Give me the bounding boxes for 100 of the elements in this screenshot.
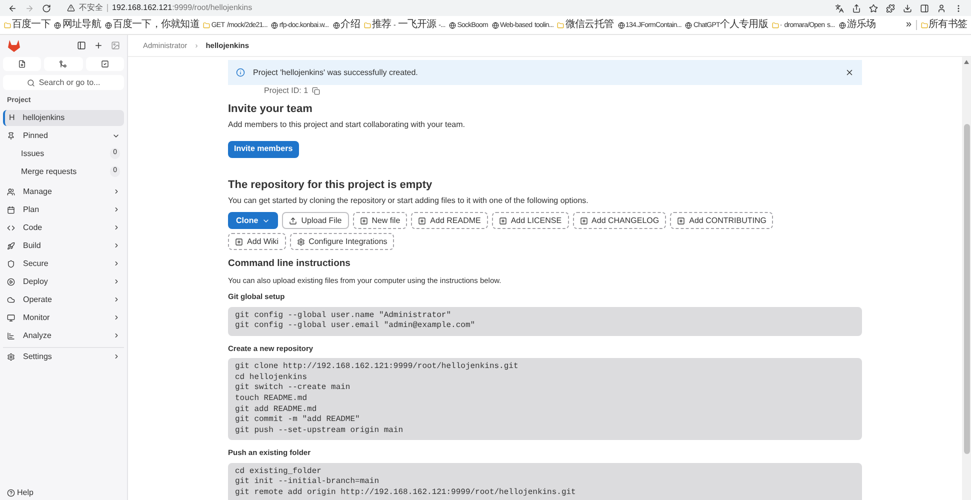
back-icon[interactable] (8, 4, 17, 12)
chevron-right-icon (113, 332, 120, 339)
nav-item[interactable]: Code (3, 218, 124, 236)
add-file-button[interactable]: Add CONTRIBUTING (670, 212, 774, 229)
side-panel-icon[interactable] (920, 4, 929, 12)
fox-logo-icon[interactable] (7, 38, 21, 52)
nav-item[interactable]: Monitor (3, 308, 124, 326)
profile-icon[interactable] (937, 4, 946, 12)
globe-icon (332, 22, 340, 28)
code-block: cd existing_folder git init --initial-branch=main git remote add origin http://192.168.162.121:9999/root/hellojenkins.git (228, 462, 862, 500)
configure-integrations-button[interactable]: Configure Integrations (290, 233, 394, 250)
add-file-button[interactable]: New file (352, 212, 408, 229)
pinned-item[interactable]: Pinned (3, 128, 124, 144)
shortcut-button[interactable] (3, 57, 42, 71)
add-file-button[interactable]: Add CHANGELOG (572, 212, 666, 229)
broken-image-icon[interactable] (111, 40, 120, 50)
code-block: git clone http://192.168.162.121:9999/root/hellojenkins.git cd hellojenkins git switch --create main touch README.md git add README.md git commit -m "add README" git push --set-upstream origin main (228, 358, 862, 440)
rocket-icon (7, 242, 15, 250)
clone-button[interactable]: Clone (228, 212, 278, 229)
panel-toggle-icon[interactable] (77, 40, 86, 50)
chevron-right-icon (113, 296, 120, 303)
close-icon[interactable] (845, 68, 854, 77)
reload-icon[interactable] (42, 4, 51, 12)
calendar-icon (7, 206, 15, 214)
alert-message: Project 'hellojenkins' was successfully created. (253, 66, 419, 78)
chevron-right-icon (113, 278, 120, 285)
globe-icon (271, 22, 278, 28)
globe-icon (838, 22, 846, 28)
chart-icon (7, 332, 15, 340)
project-id: Project ID: 1 (264, 85, 308, 97)
project-name: hellojenkins (22, 112, 65, 124)
nav-item[interactable]: Build (3, 236, 124, 254)
upload-icon (289, 216, 298, 224)
section-heading: Invite your team (228, 104, 314, 115)
plus-square-icon (498, 216, 507, 224)
section-description: You can get started by cloning the repository or start adding files to it with one of the following options. (228, 197, 590, 205)
chevron-right-icon (113, 188, 120, 195)
help-link[interactable]: Help (3, 486, 124, 500)
file-icon (18, 60, 26, 68)
scroll-up-arrow-icon[interactable] (964, 60, 969, 64)
chevron-right-icon (113, 224, 120, 231)
security-label: 不安全 (79, 2, 103, 14)
nav-item[interactable]: Operate (3, 290, 124, 308)
bookmark-item[interactable]: 微信云托管 (557, 20, 614, 30)
extensions-icon[interactable] (886, 4, 895, 12)
users-icon (7, 188, 15, 196)
nav-item[interactable]: Manage (3, 182, 124, 200)
warning-icon (67, 4, 75, 12)
chevron-right-icon (113, 206, 120, 213)
chevron-right-icon (113, 353, 120, 360)
scrollbar[interactable] (962, 57, 971, 500)
bookmark-item[interactable]: 百度一下 (4, 20, 50, 30)
plus-square-icon (580, 216, 588, 224)
nav-item[interactable]: Analyze (3, 326, 124, 344)
plus-square-icon (360, 216, 368, 224)
shortcut-button[interactable] (86, 57, 124, 71)
add-file-button[interactable]: Add Wiki (228, 233, 286, 250)
section-description: Add members to this project and start collaborating with your team. (228, 121, 466, 129)
chevron-right-icon (113, 260, 120, 267)
add-file-button[interactable]: Add LICENSE (492, 212, 569, 229)
pin-icon (7, 132, 15, 140)
code-icon (7, 224, 15, 232)
shield-icon (7, 260, 15, 268)
download-icon[interactable] (903, 4, 912, 12)
bookmark-item[interactable]: 介绍 (332, 20, 360, 30)
project-initial: H (9, 112, 15, 124)
add-file-button[interactable]: Add README (411, 212, 488, 229)
plus-square-icon (677, 216, 686, 224)
translate-icon[interactable] (835, 4, 844, 12)
monitor-icon (7, 314, 15, 322)
nav-item[interactable]: Secure (3, 254, 124, 272)
plus-icon[interactable] (94, 40, 103, 50)
invite-members-button[interactable]: Invite members (228, 140, 299, 158)
folder-icon (557, 22, 564, 28)
shortcut-button[interactable] (44, 57, 83, 71)
bookmark-item[interactable]: 百度一下，你就知道 (104, 20, 200, 30)
copy-icon[interactable] (312, 87, 320, 95)
upload-file-button[interactable]: Upload File (282, 212, 349, 229)
bookmark-item[interactable]: 游乐场 (838, 20, 876, 30)
globe-icon (492, 22, 499, 28)
nav-item[interactable]: Deploy (3, 272, 124, 290)
folder-icon (772, 22, 779, 28)
star-icon[interactable] (869, 4, 878, 12)
nav-item[interactable]: Plan (3, 200, 124, 218)
project-item[interactable]: H hellojenkins (3, 110, 124, 126)
gear-icon (7, 352, 15, 360)
share-icon[interactable] (852, 4, 861, 12)
section-heading: Command line instructions (228, 259, 352, 268)
more-bookmarks-button[interactable]: » (906, 20, 912, 30)
globe-icon (449, 22, 456, 28)
play-circle-icon (7, 278, 15, 286)
globe-icon (685, 22, 692, 28)
code-block: git config --global user.name "Administrator" git config --global user.email "admin@example.com" (228, 306, 862, 336)
search-field[interactable]: Search or go to... (3, 75, 124, 90)
folder-icon (4, 22, 11, 28)
chevron-right-icon (113, 242, 120, 249)
all-bookmarks-item[interactable]: 所有书签 (920, 20, 967, 30)
bookmark-item[interactable]: 网址导航 (54, 20, 101, 30)
nav-item[interactable]: Settings (3, 348, 124, 366)
cloud-icon (7, 296, 15, 304)
